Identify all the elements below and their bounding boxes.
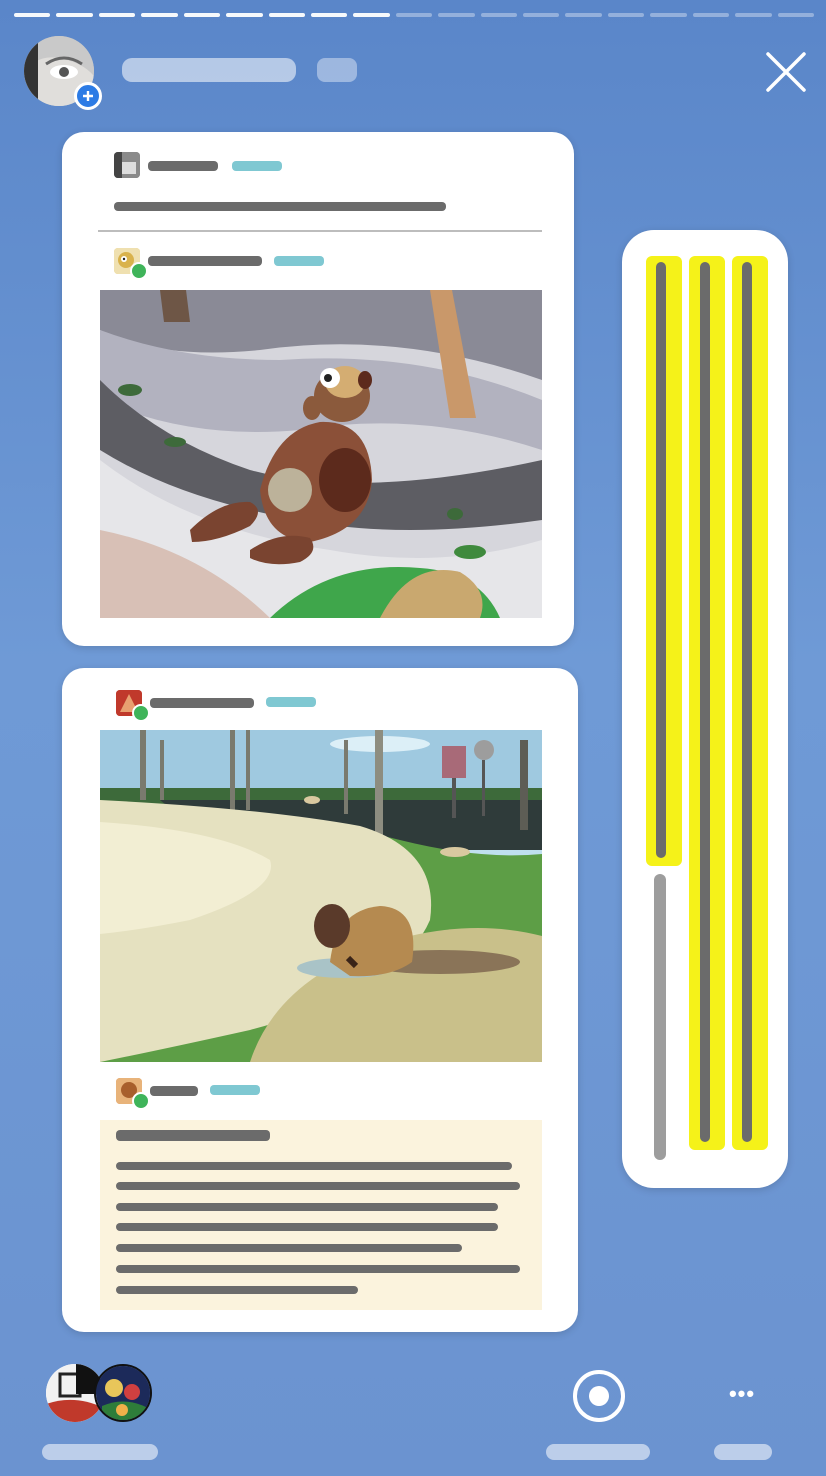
author-name-placeholder — [148, 161, 218, 171]
text-line-placeholder — [116, 1162, 512, 1170]
progress-segment — [226, 13, 263, 17]
author-avatar — [114, 152, 140, 178]
story-progress-bar — [14, 13, 815, 17]
post-image[interactable] — [100, 730, 542, 1062]
timestamp-placeholder — [317, 58, 357, 82]
progress-segment — [56, 13, 93, 17]
groundhog-illustration-image — [100, 290, 542, 618]
progress-segment — [395, 13, 433, 17]
text-line-placeholder — [116, 1223, 498, 1231]
progress-segment — [268, 13, 305, 17]
record-button[interactable] — [571, 1368, 627, 1424]
progress-segment — [735, 13, 772, 17]
divider — [98, 230, 542, 232]
post-card[interactable] — [62, 668, 578, 1332]
reblog-badge-icon — [132, 1092, 150, 1110]
record-label-placeholder — [546, 1444, 650, 1460]
progress-segment — [607, 13, 645, 17]
park-illustration-image — [100, 730, 542, 1062]
progress-segment — [523, 13, 560, 17]
progress-segment — [183, 13, 221, 17]
progress-segment — [98, 13, 136, 17]
progress-segment — [480, 13, 518, 17]
viewer-avatar — [94, 1364, 152, 1422]
record-icon — [573, 1370, 625, 1422]
post-card[interactable] — [62, 132, 574, 646]
post-image[interactable] — [100, 290, 542, 618]
caption-placeholder — [114, 202, 446, 211]
follow-tag-placeholder — [274, 256, 324, 266]
text-line-placeholder — [116, 1265, 520, 1273]
text-heading-placeholder — [116, 1130, 270, 1141]
username-placeholder — [122, 58, 296, 82]
scroll-track-bar — [742, 262, 752, 1142]
commenter-name-placeholder — [150, 1086, 198, 1096]
close-button[interactable] — [764, 50, 808, 94]
text-block — [100, 1120, 542, 1310]
more-dots-icon: ••• — [728, 1381, 756, 1406]
more-label-placeholder — [714, 1444, 772, 1460]
progress-segment — [438, 13, 475, 17]
scroll-track-bar — [654, 874, 666, 1160]
text-line-placeholder — [116, 1203, 498, 1211]
scroll-track-bar — [700, 262, 710, 1142]
close-icon — [766, 52, 806, 92]
scroll-overview-panel[interactable] — [622, 230, 788, 1188]
follow-tag-placeholder — [266, 697, 316, 707]
author-name-placeholder — [150, 698, 254, 708]
follow-tag-placeholder — [232, 161, 282, 171]
progress-segment — [141, 13, 178, 17]
viewers-label-placeholder — [42, 1444, 158, 1460]
plus-icon — [83, 91, 93, 101]
progress-segment — [650, 13, 687, 17]
viewer-avatars[interactable] — [46, 1364, 156, 1424]
add-story-button[interactable] — [74, 82, 102, 110]
progress-segment — [353, 13, 390, 17]
text-line-placeholder — [116, 1182, 520, 1190]
text-line-placeholder — [116, 1244, 462, 1252]
progress-segment — [692, 13, 730, 17]
reblog-badge-icon — [130, 262, 148, 280]
scroll-track-bar — [656, 262, 666, 858]
reblog-badge-icon — [132, 704, 150, 722]
text-line-placeholder — [116, 1286, 358, 1294]
follow-tag-placeholder — [210, 1085, 260, 1095]
more-button[interactable]: ••• — [720, 1376, 764, 1412]
progress-segment — [310, 13, 348, 17]
progress-segment — [565, 13, 602, 17]
progress-segment — [777, 13, 815, 17]
progress-segment — [14, 13, 51, 17]
reblogger-name-placeholder — [148, 256, 262, 266]
